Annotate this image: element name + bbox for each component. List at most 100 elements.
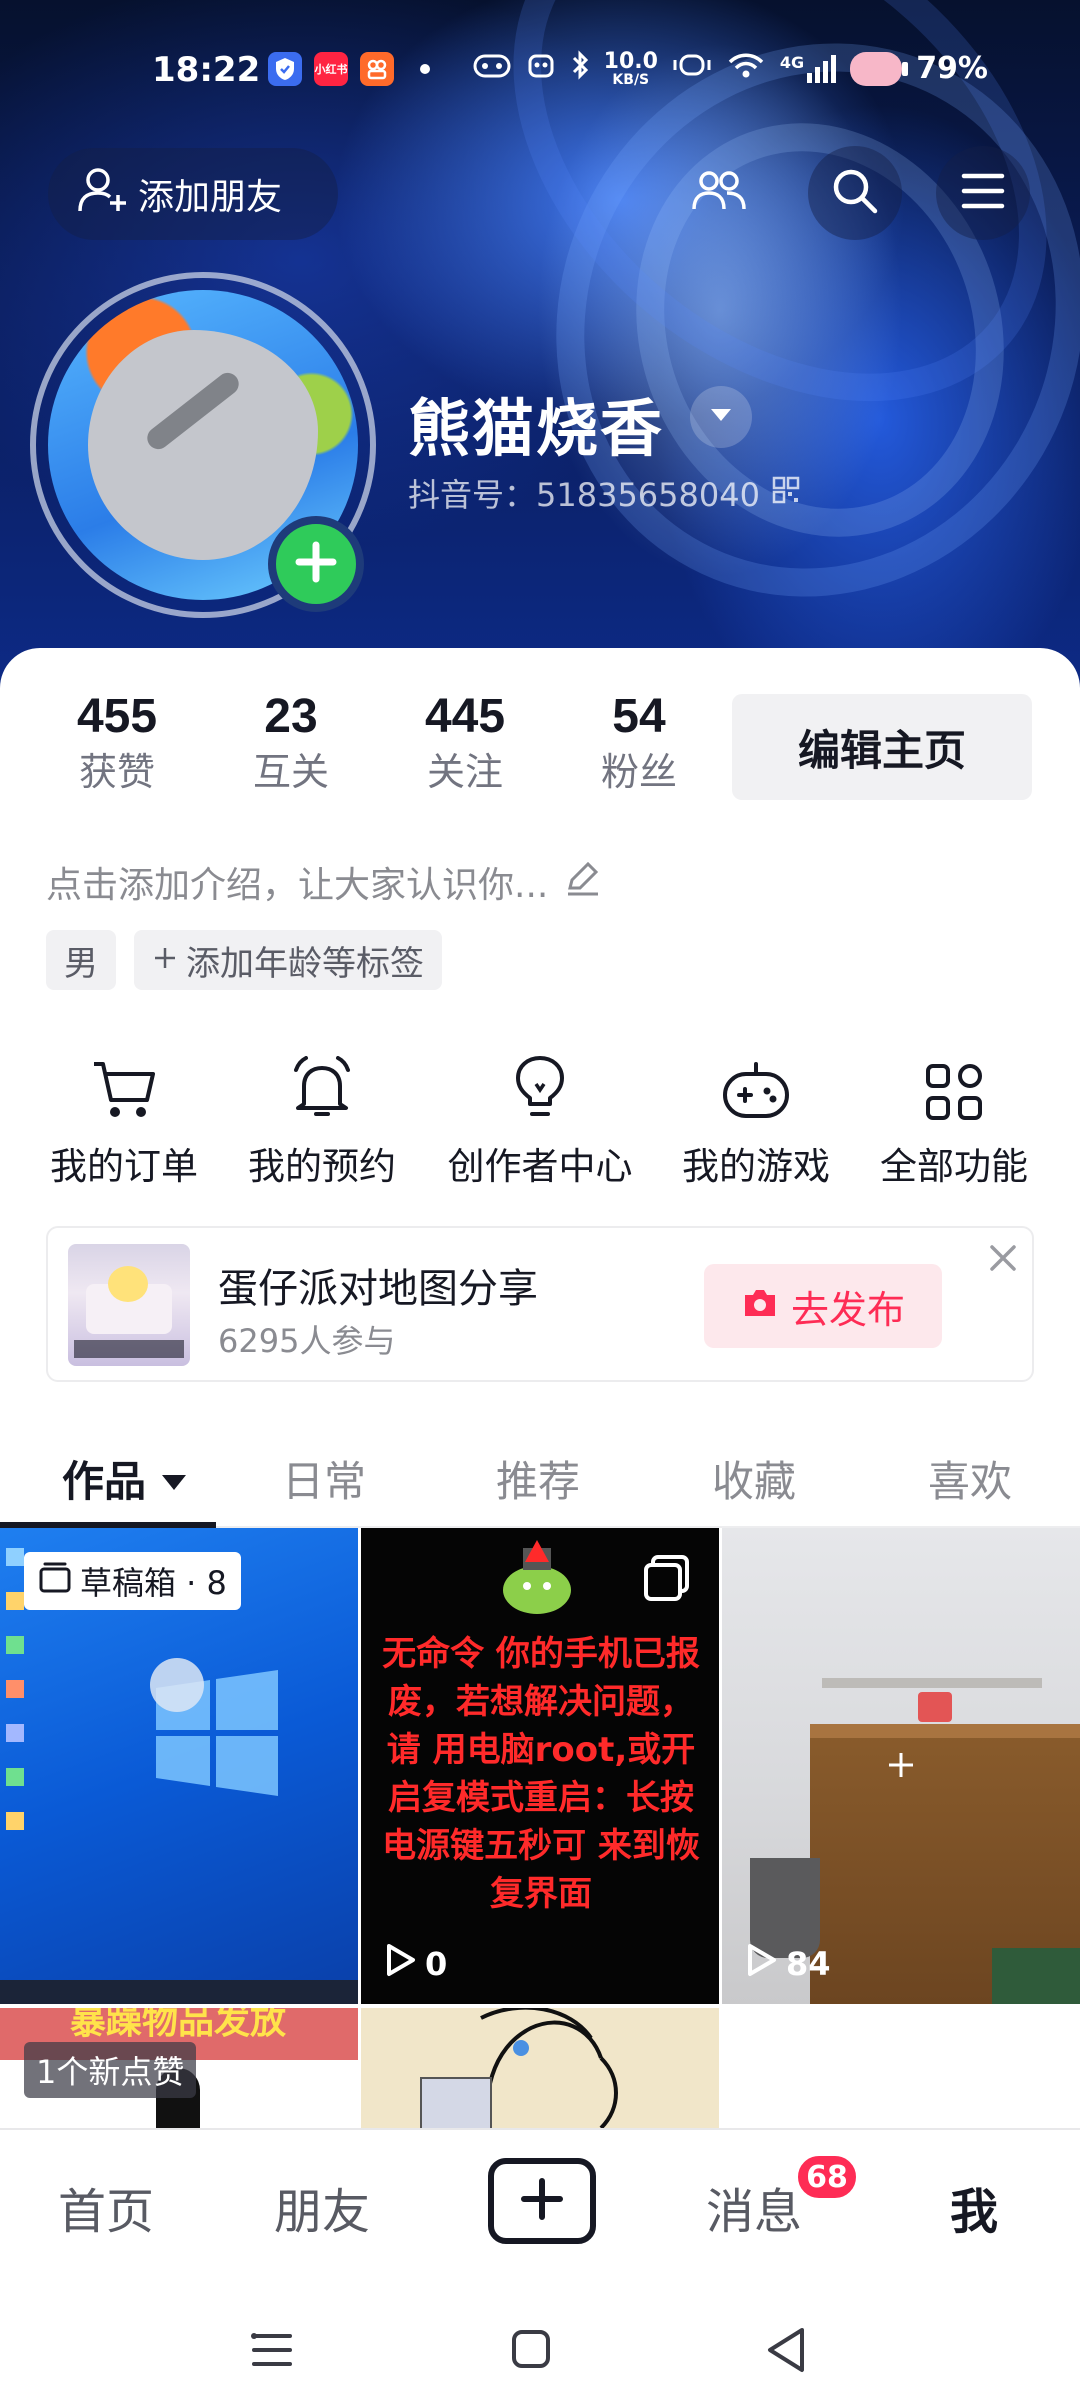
add-tag-label: 添加年龄等标签 [186,943,424,984]
grid-icon [874,1038,1034,1122]
drafts-icon [38,1561,72,1601]
promo-banner[interactable]: 蛋仔派对地图分享 6295人参与 去发布 [46,1226,1034,1382]
status-system-icons: 10.0 KB/S 4G 79% [472,50,988,87]
status-app-icons: 小红书 [268,52,430,86]
nav-friends[interactable]: 朋友 [274,2172,370,2242]
promo-thumbnail [68,1244,190,1366]
tags-row: 男 添加年龄等标签 [46,930,442,990]
recent-apps-button[interactable] [250,2332,294,2372]
plus-icon [152,940,178,980]
account-switch-button[interactable] [690,386,752,448]
menu-lines-icon [251,2333,292,2366]
func-label: 创作者中心 [447,1145,633,1188]
stat-label: 关注 [426,750,503,794]
people-icon [691,169,747,217]
dot-icon [420,64,430,74]
robot-icon [526,50,556,87]
status-bar: 18:22 小红书 10.0 KB/S 4G 79% [0,0,1080,150]
vibrate-icon [672,50,712,87]
draft-box-thumbnail[interactable]: 草稿箱 · 8 [0,1528,358,2004]
sketch-drawing [420,2008,618,2136]
stat-value: 23 [264,690,318,743]
plus-icon [291,537,341,591]
change-avatar-button[interactable] [268,516,364,612]
publish-button[interactable]: 去发布 [704,1264,942,1348]
create-post-button[interactable] [488,2158,596,2244]
view-count: 0 [381,1942,447,1986]
battery-percent: 79% [916,51,988,86]
xiaohongshu-icon: 小红书 [314,52,348,86]
view-count-value: 84 [786,1945,831,1983]
gender-tag[interactable]: 男 [46,930,116,990]
nav-me[interactable]: 我 [950,2172,998,2242]
video-thumbnail[interactable] [361,2008,719,2136]
douyin-id[interactable]: 抖音号：51835658040 [408,470,800,516]
tab-recommend[interactable]: 推荐 [496,1448,580,1509]
search-button[interactable] [808,146,902,240]
bio[interactable]: 点击添加介绍，让大家认识你... [46,856,602,908]
multi-image-icon [643,1554,691,1606]
profile-card: 455 获赞 23 互关 445 关注 54 粉丝 编辑主页 点击添加介绍，让大… [0,648,1080,2136]
stat-mutual[interactable]: 23 互关 [204,688,378,798]
stat-label: 获赞 [78,750,155,794]
pencil-icon [562,858,602,907]
app-icon [360,52,394,86]
tab-works[interactable]: 作品 [62,1448,188,1509]
func-label: 我的预约 [248,1145,396,1188]
edit-profile-button[interactable]: 编辑主页 [732,694,1032,800]
func-my-games[interactable]: 我的游戏 [676,1038,836,1190]
tab-favorites[interactable]: 收藏 [712,1448,796,1509]
plus-icon [520,2177,564,2225]
search-icon [830,166,880,220]
view-count: 84 [742,1942,831,1986]
stat-label: 互关 [252,750,329,794]
friends-button[interactable] [672,146,766,240]
func-creator-center[interactable]: 创作者中心 [438,1038,642,1190]
signal-icon: 4G [780,54,837,83]
stat-label: 粉丝 [600,750,677,794]
tab-likes[interactable]: 喜欢 [928,1448,1012,1509]
camera-icon [741,1284,779,1328]
add-user-icon [78,167,128,222]
back-button[interactable] [764,2326,808,2378]
video-thumbnail[interactable]: 无命令 你的手机已报废，若想解决问题，请 用电脑root,或开启复模式重启：长按… [361,1528,719,2004]
menu-icon [961,172,1005,214]
stat-following[interactable]: 445 关注 [378,688,552,798]
func-my-orders[interactable]: 我的订单 [44,1038,204,1190]
stat-followers[interactable]: 54 粉丝 [552,688,726,798]
func-all-features[interactable]: 全部功能 [874,1038,1034,1190]
status-time: 18:22 [152,50,261,90]
add-tag-button[interactable]: 添加年龄等标签 [134,930,442,990]
video-thumbnail[interactable]: 暴躁物品发放 1个新点赞 [0,2008,358,2136]
android-robot-icon [487,1536,587,1622]
stat-value: 455 [76,690,158,743]
plus-icon [886,1750,916,1784]
play-icon [381,1942,417,1986]
close-icon[interactable] [988,1238,1018,1282]
stats-row: 455 获赞 23 互关 445 关注 54 粉丝 [30,688,726,798]
douyin-id-text: 抖音号：51835658040 [408,476,760,514]
system-navigation-bar [0,2276,1080,2400]
square-icon [512,2330,550,2368]
stat-likes[interactable]: 455 获赞 [30,688,204,798]
promo-participants: 6295人参与 [218,1322,396,1360]
bluetooth-icon [570,50,590,87]
lightbulb-icon [438,1038,642,1122]
chevron-down-icon [709,407,733,427]
caret-down-icon [160,1454,188,1503]
add-friend-button[interactable]: 添加朋友 [48,148,338,240]
home-button[interactable] [510,2328,552,2374]
bio-placeholder: 点击添加介绍，让大家认识你... [46,865,549,906]
tab-daily[interactable]: 日常 [282,1448,366,1509]
tab-label: 作品 [62,1457,147,1506]
draft-box-label: 草稿箱 · 8 [80,1564,227,1602]
nav-home[interactable]: 首页 [58,2172,154,2242]
play-icon [742,1942,778,1986]
func-my-reservations[interactable]: 我的预约 [242,1038,402,1190]
menu-button[interactable] [936,146,1030,240]
battery-icon [850,51,909,86]
wifi-icon [726,50,766,87]
nav-messages[interactable]: 消息 [706,2172,802,2242]
video-thumbnail[interactable]: 84 [722,1528,1080,2004]
add-friend-label: 添加朋友 [138,177,283,218]
